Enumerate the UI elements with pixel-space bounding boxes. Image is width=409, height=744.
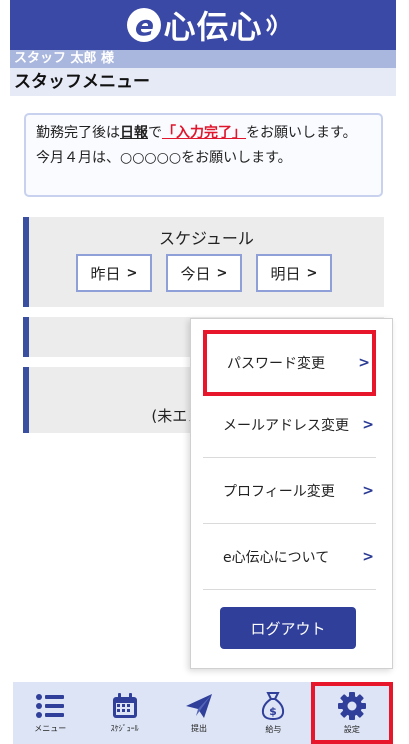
- paper-plane-icon: [186, 694, 213, 718]
- nav-label: 設定: [343, 725, 360, 734]
- logo-mark: e: [127, 8, 162, 42]
- schedule-buttons: 昨日 > 今日 > 明日 >: [76, 254, 332, 292]
- page-title: スタッフメニュー: [10, 68, 396, 96]
- menu-item-label: メールアドレス変更: [223, 417, 349, 434]
- settings-dropdown-menu: パスワード変更 > メールアドレス変更 > プロフィール変更 > e心伝心につい…: [190, 318, 393, 669]
- menu-item-label: パスワード変更: [227, 356, 325, 372]
- nav-menu[interactable]: メニュー: [13, 682, 87, 744]
- app-logo[interactable]: e 心伝心: [127, 2, 278, 48]
- password-change-item[interactable]: パスワード変更 >: [203, 330, 376, 396]
- chevron-right-icon: >: [362, 548, 374, 565]
- notice-text: 勤務完了後は: [36, 125, 120, 141]
- nav-salary[interactable]: $ 給与: [236, 682, 310, 744]
- nav-label: メニュー: [34, 724, 67, 733]
- nav-settings[interactable]: 設定: [310, 682, 394, 744]
- calendar-icon: [112, 693, 137, 718]
- staff-name: スタッフ 太郎 様: [10, 50, 396, 68]
- signal-waves-icon: [265, 14, 277, 36]
- yesterday-button[interactable]: 昨日 >: [76, 254, 152, 292]
- daily-report-link[interactable]: 日報: [120, 125, 148, 141]
- chevron-right-icon: >: [216, 265, 228, 281]
- today-button[interactable]: 今日 >: [166, 254, 242, 292]
- notice-text: をお願いします。: [246, 125, 357, 141]
- button-label: 明日: [270, 264, 301, 283]
- nav-submit[interactable]: 提出: [162, 682, 236, 744]
- money-bag-icon: $: [262, 692, 285, 721]
- schedule-title: スケジュール: [159, 229, 254, 248]
- chevron-right-icon: >: [358, 355, 370, 371]
- chevron-right-icon: >: [306, 265, 318, 281]
- nav-label: 提出: [191, 724, 208, 733]
- chevron-right-icon: >: [126, 265, 138, 281]
- profile-change-item[interactable]: プロフィール変更 >: [203, 458, 376, 524]
- button-label: 今日: [180, 264, 211, 283]
- list-icon: [36, 694, 65, 718]
- nav-label: ｽｹｼﾞｭｰﾙ: [110, 724, 139, 733]
- input-complete-text: 「入力完了」: [162, 125, 246, 141]
- logo-text: 心伝心: [163, 8, 263, 46]
- logout-button[interactable]: ログアウト: [220, 607, 356, 649]
- svg-text:$: $: [270, 705, 278, 718]
- about-item[interactable]: e心伝心について >: [203, 524, 376, 590]
- email-change-item[interactable]: メールアドレス変更 >: [203, 392, 376, 458]
- button-label: 昨日: [90, 264, 121, 283]
- nav-label: 給与: [265, 725, 282, 734]
- nav-schedule[interactable]: ｽｹｼﾞｭｰﾙ: [87, 682, 161, 744]
- notice-text: で: [148, 125, 162, 141]
- gear-icon: [337, 692, 366, 720]
- bottom-nav: メニュー ｽｹｼﾞｭｰﾙ 提出 $ 給与 設定: [13, 682, 394, 744]
- notice-line-2: 今月４月は、○○○○○をお願いします。: [36, 150, 292, 166]
- app-header: e 心伝心: [10, 0, 396, 50]
- menu-item-label: e心伝心について: [223, 549, 330, 566]
- chevron-right-icon: >: [362, 482, 374, 499]
- menu-item-label: プロフィール変更: [223, 483, 335, 500]
- schedule-card: スケジュール 昨日 > 今日 > 明日 >: [23, 217, 384, 307]
- tomorrow-button[interactable]: 明日 >: [256, 254, 332, 292]
- chevron-right-icon: >: [362, 416, 374, 433]
- notice-box: 勤務完了後は日報で「入力完了」をお願いします。 今月４月は、○○○○○をお願いし…: [24, 113, 383, 197]
